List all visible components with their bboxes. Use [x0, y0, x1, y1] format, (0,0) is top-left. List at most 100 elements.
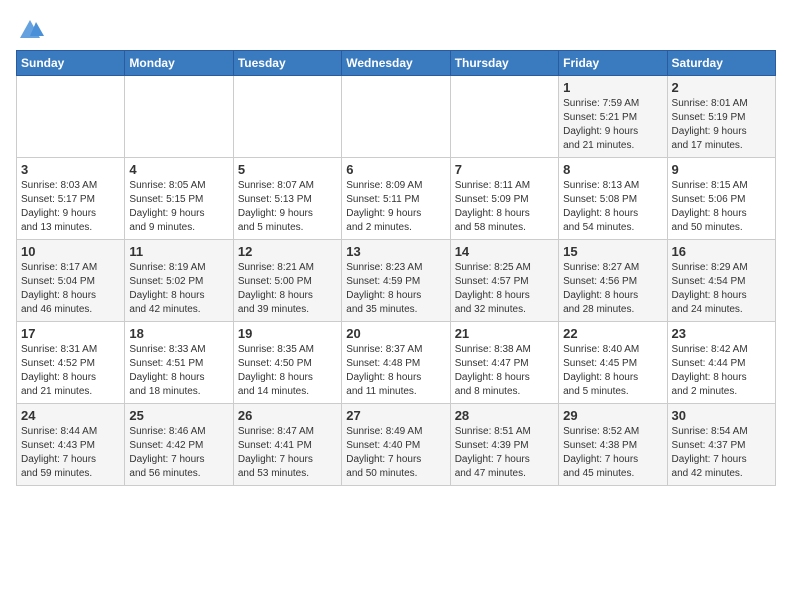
day-info: Sunrise: 8:33 AM Sunset: 4:51 PM Dayligh… [129, 343, 228, 399]
calendar-week-row: 1 Sunrise: 7:59 AM Sunset: 5:21 PM Daylig… [17, 76, 776, 158]
day-number: 16 [672, 244, 771, 259]
day-info: Sunrise: 8:07 AM Sunset: 5:13 PM Dayligh… [238, 179, 337, 235]
logo [16, 16, 44, 40]
logo-icon [16, 16, 44, 44]
page-header [16, 16, 776, 40]
day-info: Sunrise: 8:40 AM Sunset: 4:45 PM Dayligh… [563, 343, 662, 399]
day-number: 9 [672, 162, 771, 177]
calendar-cell: 19 Sunrise: 8:35 AM Sunset: 4:50 PM Dayli… [233, 322, 341, 404]
day-number: 29 [563, 408, 662, 423]
day-number: 5 [238, 162, 337, 177]
day-number: 19 [238, 326, 337, 341]
weekday-header-friday: Friday [559, 51, 667, 76]
calendar-week-row: 17Sunrise: 8:31 AM Sunset: 4:52 PM Dayli… [17, 322, 776, 404]
day-number: 22 [563, 326, 662, 341]
day-info: Sunrise: 8:52 AM Sunset: 4:38 PM Dayligh… [563, 425, 662, 481]
calendar-cell [17, 76, 125, 158]
day-number: 11 [129, 244, 228, 259]
day-info: Sunrise: 8:38 AM Sunset: 4:47 PM Dayligh… [455, 343, 554, 399]
calendar-cell [233, 76, 341, 158]
calendar-cell [450, 76, 558, 158]
day-info: Sunrise: 8:46 AM Sunset: 4:42 PM Dayligh… [129, 425, 228, 481]
day-info: Sunrise: 8:51 AM Sunset: 4:39 PM Dayligh… [455, 425, 554, 481]
day-info: Sunrise: 8:54 AM Sunset: 4:37 PM Dayligh… [672, 425, 771, 481]
weekday-header-saturday: Saturday [667, 51, 775, 76]
day-number: 10 [21, 244, 120, 259]
calendar-cell: 1 Sunrise: 7:59 AM Sunset: 5:21 PM Daylig… [559, 76, 667, 158]
day-number: 14 [455, 244, 554, 259]
calendar-cell: 20Sunrise: 8:37 AM Sunset: 4:48 PM Dayli… [342, 322, 450, 404]
day-info: Sunrise: 8:17 AM Sunset: 5:04 PM Dayligh… [21, 261, 120, 317]
day-info: Sunrise: 8:15 AM Sunset: 5:06 PM Dayligh… [672, 179, 771, 235]
day-info: Sunrise: 8:47 AM Sunset: 4:41 PM Dayligh… [238, 425, 337, 481]
day-number: 4 [129, 162, 228, 177]
calendar-cell: 14 Sunrise: 8:25 AM Sunset: 4:57 PM Dayli… [450, 240, 558, 322]
weekday-header-sunday: Sunday [17, 51, 125, 76]
weekday-header-monday: Monday [125, 51, 233, 76]
day-number: 2 [672, 80, 771, 95]
calendar-cell: 6Sunrise: 8:09 AM Sunset: 5:11 PM Daylig… [342, 158, 450, 240]
calendar-cell: 13 Sunrise: 8:23 AM Sunset: 4:59 PM Dayli… [342, 240, 450, 322]
calendar-cell: 11 Sunrise: 8:19 AM Sunset: 5:02 PM Dayli… [125, 240, 233, 322]
day-info: Sunrise: 7:59 AM Sunset: 5:21 PM Dayligh… [563, 97, 662, 153]
day-info: Sunrise: 8:35 AM Sunset: 4:50 PM Dayligh… [238, 343, 337, 399]
calendar-cell: 2 Sunrise: 8:01 AM Sunset: 5:19 PM Daylig… [667, 76, 775, 158]
day-number: 12 [238, 244, 337, 259]
day-number: 7 [455, 162, 554, 177]
calendar-cell: 23 Sunrise: 8:42 AM Sunset: 4:44 PM Dayli… [667, 322, 775, 404]
day-info: Sunrise: 8:13 AM Sunset: 5:08 PM Dayligh… [563, 179, 662, 235]
calendar-cell: 22 Sunrise: 8:40 AM Sunset: 4:45 PM Dayli… [559, 322, 667, 404]
day-number: 27 [346, 408, 445, 423]
calendar-table: SundayMondayTuesdayWednesdayThursdayFrid… [16, 50, 776, 486]
day-number: 1 [563, 80, 662, 95]
calendar-cell: 16 Sunrise: 8:29 AM Sunset: 4:54 PM Dayli… [667, 240, 775, 322]
day-info: Sunrise: 8:21 AM Sunset: 5:00 PM Dayligh… [238, 261, 337, 317]
calendar-cell: 24Sunrise: 8:44 AM Sunset: 4:43 PM Dayli… [17, 404, 125, 486]
day-info: Sunrise: 8:01 AM Sunset: 5:19 PM Dayligh… [672, 97, 771, 153]
day-number: 23 [672, 326, 771, 341]
weekday-header-wednesday: Wednesday [342, 51, 450, 76]
day-number: 24 [21, 408, 120, 423]
day-number: 3 [21, 162, 120, 177]
calendar-cell: 26 Sunrise: 8:47 AM Sunset: 4:41 PM Dayli… [233, 404, 341, 486]
calendar-cell: 4 Sunrise: 8:05 AM Sunset: 5:15 PM Daylig… [125, 158, 233, 240]
calendar-header-row: SundayMondayTuesdayWednesdayThursdayFrid… [17, 51, 776, 76]
day-number: 26 [238, 408, 337, 423]
day-info: Sunrise: 8:29 AM Sunset: 4:54 PM Dayligh… [672, 261, 771, 317]
day-info: Sunrise: 8:11 AM Sunset: 5:09 PM Dayligh… [455, 179, 554, 235]
day-number: 8 [563, 162, 662, 177]
day-number: 28 [455, 408, 554, 423]
calendar-cell: 3 Sunrise: 8:03 AM Sunset: 5:17 PM Daylig… [17, 158, 125, 240]
day-info: Sunrise: 8:42 AM Sunset: 4:44 PM Dayligh… [672, 343, 771, 399]
day-info: Sunrise: 8:49 AM Sunset: 4:40 PM Dayligh… [346, 425, 445, 481]
day-info: Sunrise: 8:19 AM Sunset: 5:02 PM Dayligh… [129, 261, 228, 317]
calendar-cell: 17Sunrise: 8:31 AM Sunset: 4:52 PM Dayli… [17, 322, 125, 404]
page-container: SundayMondayTuesdayWednesdayThursdayFrid… [0, 0, 792, 496]
calendar-cell: 9 Sunrise: 8:15 AM Sunset: 5:06 PM Daylig… [667, 158, 775, 240]
day-info: Sunrise: 8:27 AM Sunset: 4:56 PM Dayligh… [563, 261, 662, 317]
calendar-cell: 18 Sunrise: 8:33 AM Sunset: 4:51 PM Dayli… [125, 322, 233, 404]
calendar-cell: 10 Sunrise: 8:17 AM Sunset: 5:04 PM Dayli… [17, 240, 125, 322]
calendar-cell [342, 76, 450, 158]
day-info: Sunrise: 8:25 AM Sunset: 4:57 PM Dayligh… [455, 261, 554, 317]
calendar-cell: 27 Sunrise: 8:49 AM Sunset: 4:40 PM Dayli… [342, 404, 450, 486]
calendar-week-row: 24Sunrise: 8:44 AM Sunset: 4:43 PM Dayli… [17, 404, 776, 486]
weekday-header-tuesday: Tuesday [233, 51, 341, 76]
calendar-cell: 8 Sunrise: 8:13 AM Sunset: 5:08 PM Daylig… [559, 158, 667, 240]
calendar-cell: 29 Sunrise: 8:52 AM Sunset: 4:38 PM Dayli… [559, 404, 667, 486]
day-number: 13 [346, 244, 445, 259]
weekday-header-thursday: Thursday [450, 51, 558, 76]
day-info: Sunrise: 8:05 AM Sunset: 5:15 PM Dayligh… [129, 179, 228, 235]
day-number: 25 [129, 408, 228, 423]
day-info: Sunrise: 8:23 AM Sunset: 4:59 PM Dayligh… [346, 261, 445, 317]
calendar-cell: 25 Sunrise: 8:46 AM Sunset: 4:42 PM Dayli… [125, 404, 233, 486]
calendar-cell: 12 Sunrise: 8:21 AM Sunset: 5:00 PM Dayli… [233, 240, 341, 322]
day-info: Sunrise: 8:37 AM Sunset: 4:48 PM Dayligh… [346, 343, 445, 399]
calendar-week-row: 10 Sunrise: 8:17 AM Sunset: 5:04 PM Dayli… [17, 240, 776, 322]
day-number: 18 [129, 326, 228, 341]
calendar-cell: 21Sunrise: 8:38 AM Sunset: 4:47 PM Dayli… [450, 322, 558, 404]
day-info: Sunrise: 8:03 AM Sunset: 5:17 PM Dayligh… [21, 179, 120, 235]
day-number: 17 [21, 326, 120, 341]
calendar-cell: 28 Sunrise: 8:51 AM Sunset: 4:39 PM Dayli… [450, 404, 558, 486]
calendar-cell: 7 Sunrise: 8:11 AM Sunset: 5:09 PM Daylig… [450, 158, 558, 240]
